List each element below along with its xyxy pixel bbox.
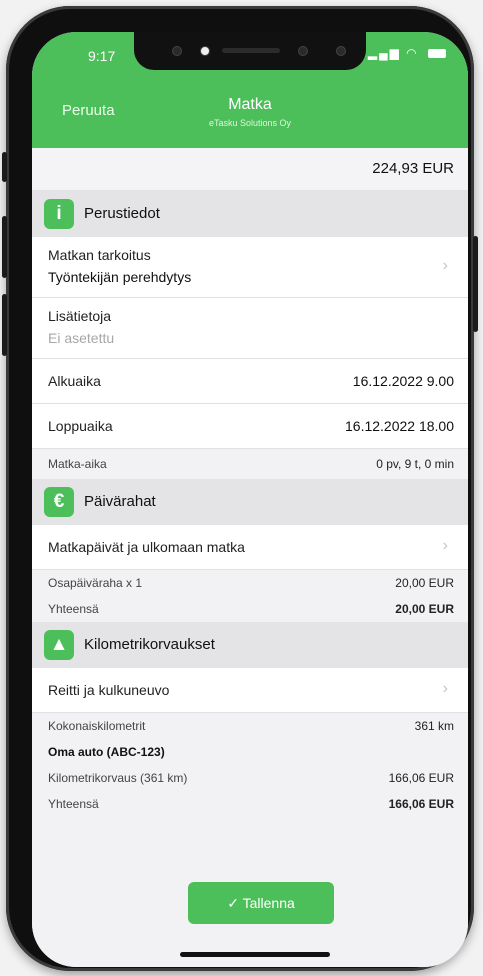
home-indicator	[180, 952, 330, 957]
start-time-label: Alkuaika	[48, 373, 101, 389]
wifi-icon: ◠	[406, 46, 419, 60]
status-icons: ▂▄▆ ◠	[368, 46, 446, 60]
vehicle-name: Oma auto (ABC-123)	[48, 745, 165, 759]
partial-allowance-value: 20,00 EUR	[395, 576, 454, 590]
start-time-value: 16.12.2022 9.00	[352, 373, 454, 389]
phone-frame: 9:17 ▂▄▆ ◠ Peruuta Matka eTasku Solution…	[2, 6, 478, 971]
company-name: eTasku Solutions Oy	[208, 118, 292, 128]
notch	[134, 32, 366, 70]
total-km-value: 361 km	[414, 719, 454, 733]
camera-icon	[336, 46, 346, 56]
mileage-sum-row: Yhteensä 166,06 EUR	[32, 791, 468, 817]
extra-info-row[interactable]: Lisätietoja Ei asetettu	[32, 298, 468, 359]
end-time-label: Loppuaika	[48, 418, 113, 434]
euro-icon: €	[44, 487, 74, 517]
route-vehicle-label: Reitti ja kulkuneuvo	[48, 682, 170, 698]
save-button-label: Tallenna	[242, 895, 295, 911]
trip-form: 224,93 EUR i Perustiedot Matkan tarkoitu…	[32, 148, 468, 817]
signal-icon: ▂▄▆	[367, 46, 401, 60]
section-title: Kilometrikorvaukset	[84, 636, 215, 653]
app-screen: 9:17 ▂▄▆ ◠ Peruuta Matka eTasku Solution…	[32, 32, 468, 967]
mileage-sum-value: 166,06 EUR	[388, 797, 454, 811]
allowance-sum-label: Yhteensä	[48, 602, 99, 616]
chevron-right-icon: ›	[442, 257, 448, 274]
trip-purpose-row[interactable]: Matkan tarkoitus Työntekijän perehdytys …	[32, 237, 468, 298]
section-basic-info: i Perustiedot	[32, 191, 468, 237]
total-amount: 224,93 EUR	[372, 160, 454, 177]
duration-value: 0 pv, 9 t, 0 min	[376, 457, 454, 471]
info-icon: i	[44, 199, 74, 229]
section-title: Päivärahat	[84, 493, 156, 510]
travel-days-row[interactable]: Matkapäivät ja ulkomaan matka ›	[32, 525, 468, 570]
section-mileage: ▲ Kilometrikorvaukset	[32, 622, 468, 668]
save-button[interactable]: ✓ Tallenna	[188, 882, 334, 924]
travel-days-label: Matkapäivät ja ulkomaan matka	[48, 539, 245, 555]
partial-allowance-row: Osapäiväraha x 1 20,00 EUR	[32, 570, 468, 596]
end-time-row[interactable]: Loppuaika 16.12.2022 18.00	[32, 404, 468, 449]
total-row: 224,93 EUR	[32, 148, 468, 191]
speaker-grille	[222, 48, 280, 53]
sensor-icon	[200, 46, 210, 56]
page-title: Matka	[228, 96, 272, 113]
volume-down-button	[2, 294, 7, 356]
road-icon: ▲	[44, 630, 74, 660]
allowance-sum-row: Yhteensä 20,00 EUR	[32, 596, 468, 622]
power-button	[473, 236, 478, 332]
section-allowances: € Päivärahat	[32, 479, 468, 525]
trip-purpose-value: Työntekijän perehdytys	[48, 269, 192, 285]
extra-info-value: Ei asetettu	[48, 330, 115, 346]
vehicle-row: Oma auto (ABC-123)	[32, 739, 468, 765]
chevron-right-icon: ›	[442, 680, 448, 697]
status-bar: 9:17 ▂▄▆ ◠	[32, 32, 468, 88]
mileage-sum-label: Yhteensä	[48, 797, 99, 811]
partial-allowance-label: Osapäiväraha x 1	[48, 576, 143, 590]
route-vehicle-row[interactable]: Reitti ja kulkuneuvo ›	[32, 668, 468, 713]
duration-label: Matka-aika	[48, 457, 107, 471]
section-title: Perustiedot	[84, 205, 160, 222]
trip-purpose-label: Matkan tarkoitus	[48, 247, 151, 263]
sensor-icon	[298, 46, 308, 56]
mileage-comp-row: Kilometrikorvaus (361 km) 166,06 EUR	[32, 765, 468, 791]
checkmark-icon: ✓	[227, 895, 239, 911]
footer: ✓ Tallenna	[32, 846, 468, 967]
start-time-row[interactable]: Alkuaika 16.12.2022 9.00	[32, 359, 468, 404]
battery-icon	[428, 49, 446, 59]
total-km-label: Kokonaiskilometrit	[48, 719, 146, 733]
volume-up-button	[2, 216, 7, 278]
sensor-icon	[172, 46, 182, 56]
chevron-right-icon: ›	[442, 537, 448, 554]
mute-switch	[2, 152, 7, 182]
clock: 9:17	[88, 48, 116, 64]
navigation-bar: Peruuta Matka eTasku Solutions Oy	[32, 88, 468, 148]
total-km-row: Kokonaiskilometrit 361 km	[32, 713, 468, 739]
extra-info-label: Lisätietoja	[48, 308, 112, 324]
end-time-value: 16.12.2022 18.00	[345, 418, 454, 434]
duration-row: Matka-aika 0 pv, 9 t, 0 min	[32, 449, 468, 479]
allowance-sum-value: 20,00 EUR	[395, 602, 454, 616]
mileage-comp-value: 166,06 EUR	[388, 771, 454, 785]
mileage-comp-label: Kilometrikorvaus (361 km)	[48, 771, 188, 785]
